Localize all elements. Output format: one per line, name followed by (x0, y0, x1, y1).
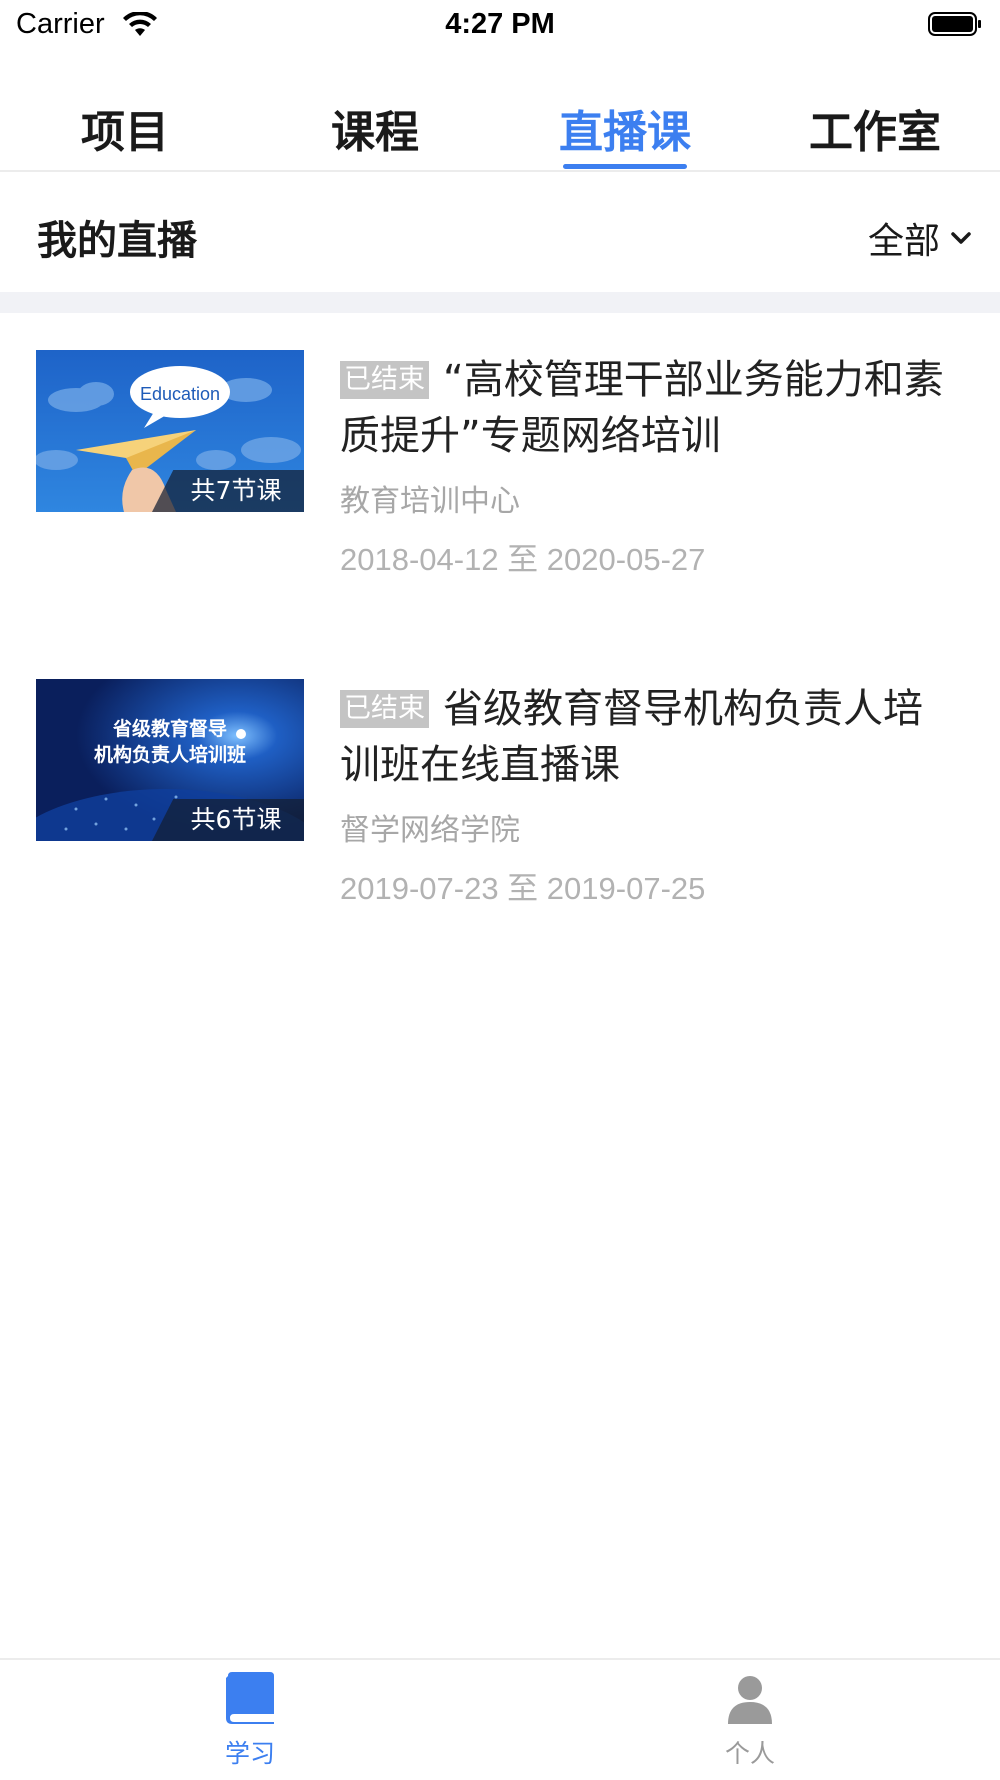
live-course-item[interactable]: Education 共7节课 已结束 “高校管理干部业务能力和素质提升”专题网络培… (0, 350, 1000, 650)
course-title-line[interactable]: 已结束 “高校管理干部业务能力和素质提升”专题网络培训 (340, 352, 960, 464)
course-info: 已结束 省级教育督导机构负责人培训班在线直播课 督学网络学院 2019-07-23… (340, 681, 960, 908)
course-dates: 2018-04-12 至 2020-05-27 (340, 542, 706, 577)
top-tab-bar: 项目 课程 直播课 工作室 (0, 70, 1000, 172)
section-divider (0, 292, 1000, 313)
active-tab-indicator (563, 164, 687, 169)
course-thumbnail: Education 共7节课 (36, 350, 304, 512)
bottom-tab-label: 学习 (224, 1739, 275, 1768)
thumbnail-text-line-2: 机构负责人培训班 (94, 743, 246, 766)
book-icon (226, 1672, 274, 1724)
bottom-tab-profile[interactable]: 个人 (650, 1670, 850, 1770)
person-icon (728, 1676, 772, 1724)
chevron-down-icon (951, 232, 971, 244)
tab-courses[interactable]: 课程 (250, 96, 500, 160)
bottom-tab-label: 个人 (724, 1739, 775, 1768)
filter-dropdown[interactable]: 全部 (868, 212, 972, 264)
thumbnail-text: Education (140, 384, 220, 404)
clock: 4:27 PM (445, 8, 555, 40)
live-course-item[interactable]: 省级教育督导 机构负责人培训班 共6节课 已结束 省级教育督导机构负责人培训班在线… (0, 679, 1000, 979)
thumbnail-text-line-1: 省级教育督导 (112, 717, 227, 740)
lesson-count-badge: 共6节课 (152, 799, 304, 841)
course-organization: 教育培训中心 (340, 484, 520, 519)
course-info: 已结束 “高校管理干部业务能力和素质提升”专题网络培训 教育培训中心 2018-0… (340, 352, 960, 579)
bottom-tab-bar: 学习 个人 (0, 1658, 1000, 1780)
section-title: 我的直播 (37, 218, 197, 264)
course-title-line[interactable]: 已结束 省级教育督导机构负责人培训班在线直播课 (340, 681, 960, 793)
lesson-count-badge: 共7节课 (152, 470, 304, 512)
status-badge: 已结束 (340, 361, 429, 399)
tab-studio[interactable]: 工作室 (750, 96, 1000, 160)
tab-projects[interactable]: 项目 (0, 96, 250, 160)
status-bar: Carrier 4:27 PM (0, 0, 1000, 52)
course-title[interactable]: “高校管理干部业务能力和素质提升”专题网络培训 (340, 357, 944, 459)
course-organization: 督学网络学院 (340, 813, 520, 848)
status-badge: 已结束 (340, 690, 429, 728)
filter-label: 全部 (867, 221, 940, 262)
battery-icon (928, 12, 981, 36)
bottom-tab-study[interactable]: 学习 (150, 1670, 350, 1770)
section-header: 我的直播 全部 (0, 172, 1000, 292)
course-thumbnail: 省级教育督导 机构负责人培训班 共6节课 (36, 679, 304, 841)
tab-live-courses[interactable]: 直播课 (500, 96, 750, 160)
course-dates: 2019-07-23 至 2019-07-25 (340, 871, 706, 906)
